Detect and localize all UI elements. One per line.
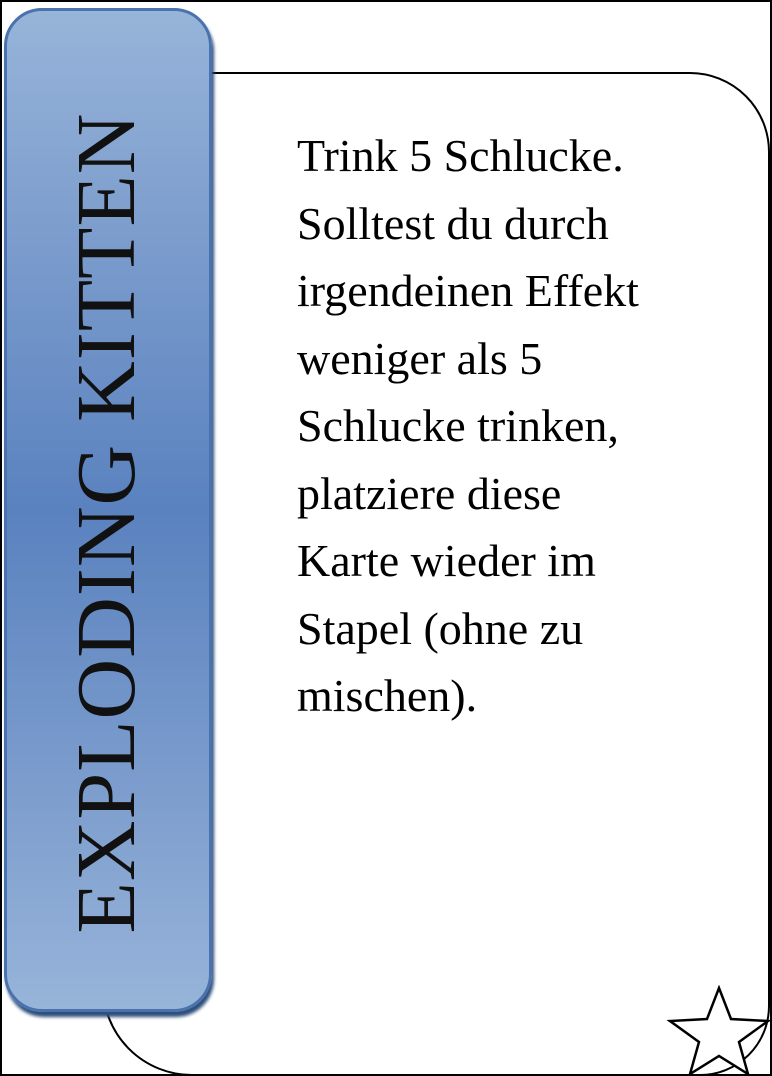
card-text-line: platziere diese [297,467,562,519]
card-text-line: mischen). [297,670,478,721]
card-text-line: Solltest du durch [297,197,609,249]
card-text-line: Trink 5 Schlucke. [297,130,624,181]
card: EXPLODING KITTEN Trink 5 Schlucke. Sollt… [0,0,772,1076]
card-title: EXPLODING KITTEN [60,112,153,934]
card-text-line: Schlucke trinken, [297,400,619,451]
card-text-line: irgendeinen Effekt [297,265,639,316]
card-text-line: Karte wieder im [297,535,596,586]
card-text-line: weniger als 5 [297,332,543,384]
card-description: Trink 5 Schlucke. Solltest du durch irge… [297,122,747,730]
card-text-line: Stapel (ohne zu [297,602,584,654]
star-icon [666,985,770,1074]
